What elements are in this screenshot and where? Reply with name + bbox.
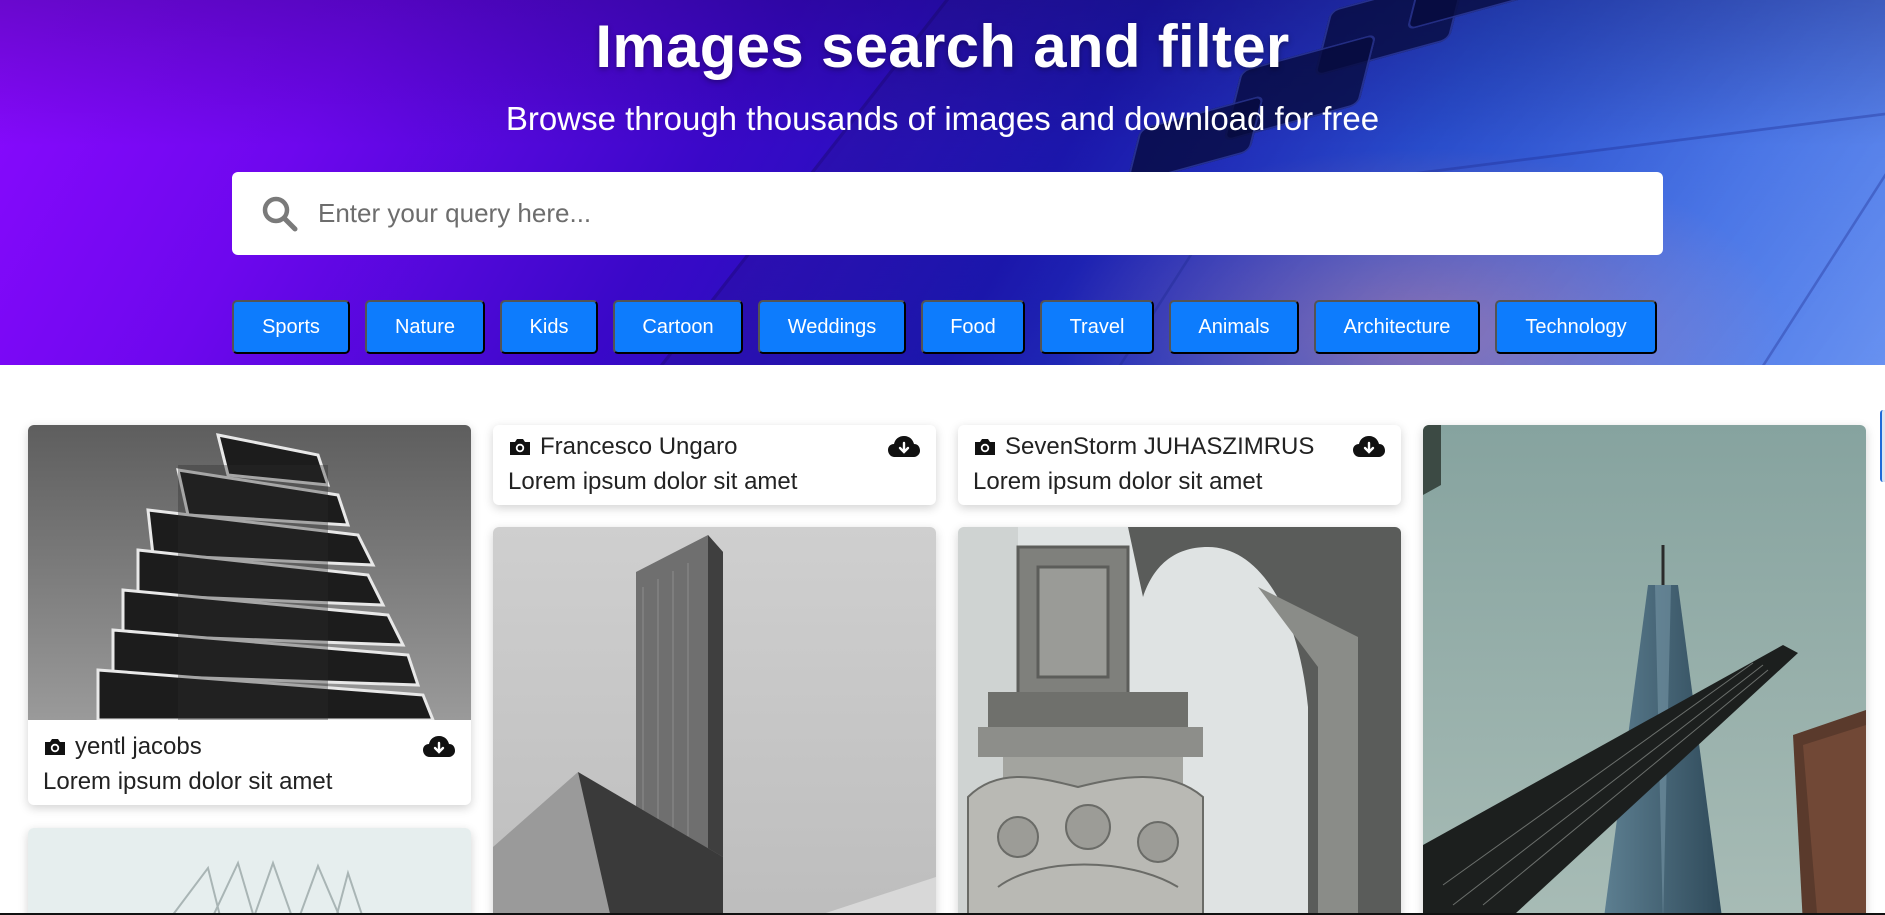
cloud-download-icon[interactable] xyxy=(1352,434,1386,460)
card-photo[interactable] xyxy=(28,828,471,915)
card-photo[interactable] xyxy=(493,527,936,915)
page-title: Images search and filter xyxy=(595,13,1290,80)
tag-list: Sports Nature Kids Cartoon Weddings Food… xyxy=(232,300,1657,354)
tag-animals[interactable]: Animals xyxy=(1169,300,1299,354)
tag-cartoon[interactable]: Cartoon xyxy=(613,300,743,354)
tag-nature[interactable]: Nature xyxy=(365,300,485,354)
image-card[interactable]: Francesco Ungaro Lorem ipsum dolor sit a… xyxy=(493,425,936,505)
tag-food[interactable]: Food xyxy=(921,300,1025,354)
image-card[interactable] xyxy=(1423,425,1866,915)
side-scroll-tab[interactable] xyxy=(1880,410,1885,482)
page-subtitle: Browse through thousands of images and d… xyxy=(505,100,1380,137)
camera-icon xyxy=(975,439,995,455)
image-card[interactable] xyxy=(493,527,936,915)
search-icon xyxy=(262,196,298,231)
tag-kids[interactable]: Kids xyxy=(500,300,598,354)
image-card[interactable]: yentl jacobs Lorem ipsum dolor sit amet xyxy=(28,425,471,805)
hero-banner: Images search and filter Browse through … xyxy=(0,0,1885,365)
search-bar[interactable] xyxy=(232,172,1663,255)
image-card[interactable]: SevenStorm JUHASZIMRUS Lorem ipsum dolor… xyxy=(958,425,1401,505)
card-photo[interactable] xyxy=(28,425,471,720)
card-author: Francesco Ungaro xyxy=(540,433,738,460)
tag-weddings[interactable]: Weddings xyxy=(758,300,906,354)
cloud-download-icon[interactable] xyxy=(887,434,921,460)
card-photo[interactable] xyxy=(1423,425,1866,915)
card-info: yentl jacobs Lorem ipsum dolor sit amet xyxy=(28,729,471,799)
tag-travel[interactable]: Travel xyxy=(1040,300,1154,354)
image-card[interactable] xyxy=(958,527,1401,915)
tag-technology[interactable]: Technology xyxy=(1495,300,1657,354)
card-info: Francesco Ungaro Lorem ipsum dolor sit a… xyxy=(493,429,936,499)
tag-architecture[interactable]: Architecture xyxy=(1314,300,1480,354)
card-caption: Lorem ipsum dolor sit amet xyxy=(43,768,333,795)
camera-icon xyxy=(510,439,530,455)
image-card[interactable] xyxy=(28,828,471,915)
card-caption: Lorem ipsum dolor sit amet xyxy=(973,468,1263,495)
cloud-download-icon[interactable] xyxy=(422,734,456,760)
search-input[interactable] xyxy=(318,183,1663,244)
camera-icon xyxy=(45,739,65,755)
card-author: yentl jacobs xyxy=(75,733,202,760)
card-info: SevenStorm JUHASZIMRUS Lorem ipsum dolor… xyxy=(958,429,1401,499)
card-caption: Lorem ipsum dolor sit amet xyxy=(508,468,798,495)
card-photo[interactable] xyxy=(958,527,1401,915)
card-author: SevenStorm JUHASZIMRUS xyxy=(1005,433,1315,460)
tag-sports[interactable]: Sports xyxy=(232,300,350,354)
